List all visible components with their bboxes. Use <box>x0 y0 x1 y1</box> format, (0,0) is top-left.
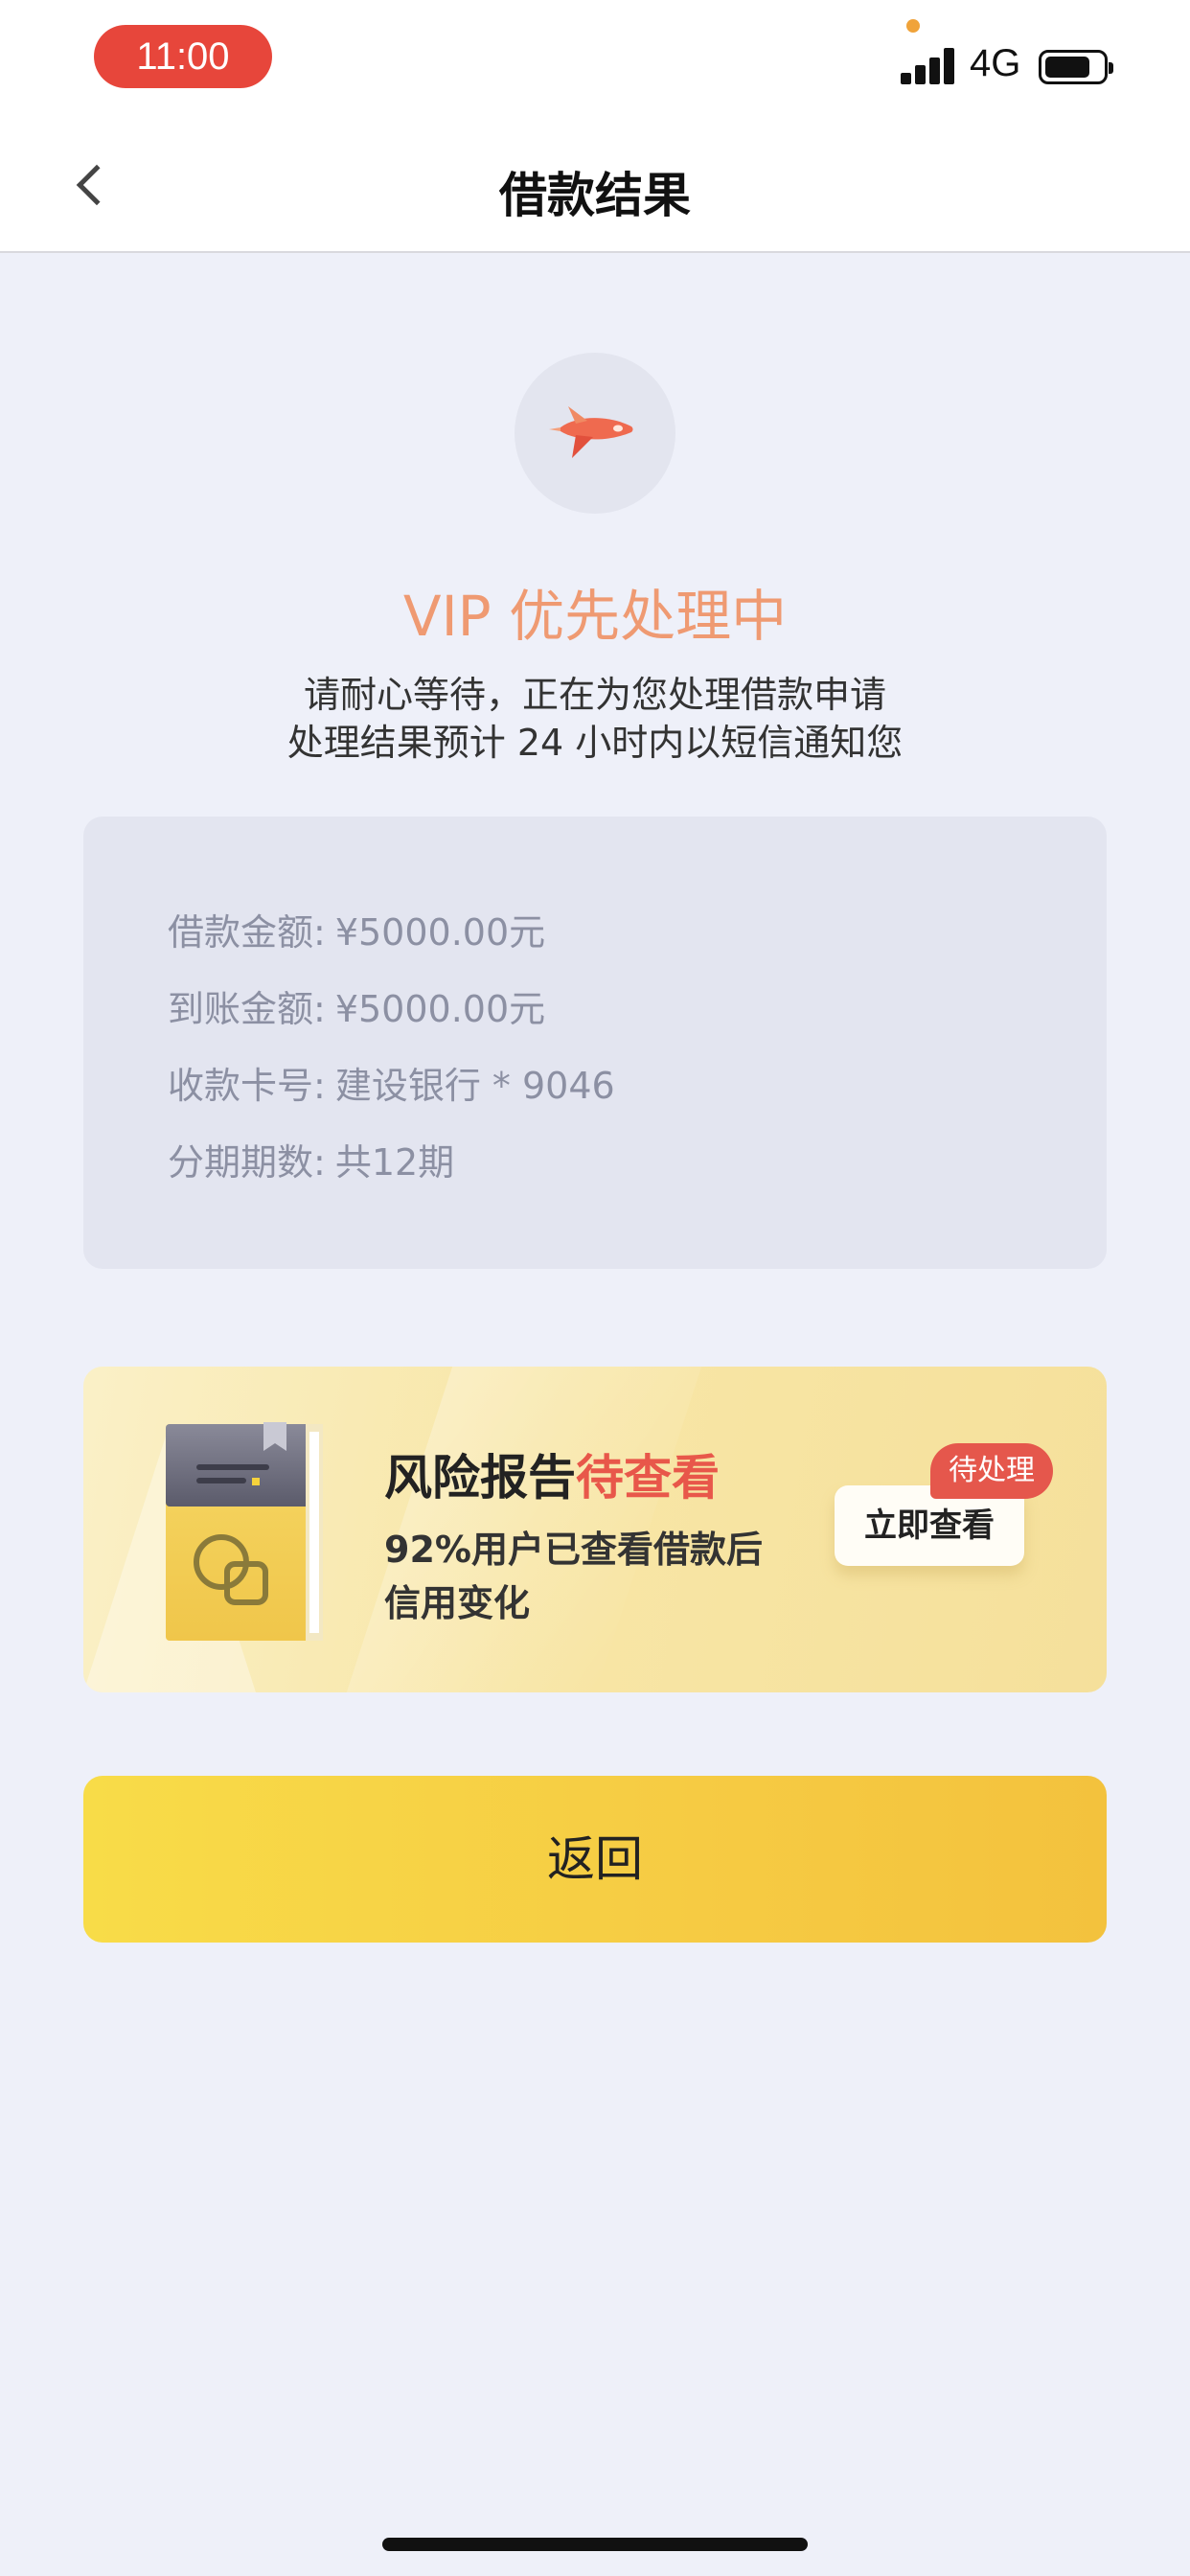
card-number-label: 收款卡号: <box>168 1065 326 1107</box>
loan-amount-label: 借款金额: <box>168 911 326 954</box>
risk-report-title-highlight: 待查看 <box>576 1450 720 1506</box>
card-number-row: 收款卡号: 建设银行 * 9046 <box>168 1056 615 1109</box>
processing-status-title: VIP 优先处理中 <box>402 584 788 649</box>
installments-value: 共12期 <box>334 1141 455 1184</box>
pending-badge: 待处理 <box>930 1443 1053 1499</box>
received-amount-value: ¥5000.00元 <box>334 988 546 1030</box>
report-book-icon <box>166 1422 323 1641</box>
loan-info-card: 借款金额: ¥5000.00元 到账金额: ¥5000.00元 收款卡号: 建设银行 … <box>83 816 1107 1269</box>
loan-amount-row: 借款金额: ¥5000.00元 <box>168 903 545 955</box>
return-button[interactable]: 返回 <box>83 1776 1107 1943</box>
received-amount-row: 到账金额: ¥5000.00元 <box>168 979 545 1032</box>
loan-amount-value: ¥5000.00元 <box>334 911 546 954</box>
privacy-indicator-dot <box>906 19 920 33</box>
risk-report-subtitle-line1: 92%用户已查看借款后 <box>384 1529 763 1571</box>
risk-report-title-main: 风险报告 <box>384 1450 576 1506</box>
received-amount-label: 到账金额: <box>168 988 326 1030</box>
status-description-line2: 处理结果预计 24 小时内以短信通知您 <box>286 722 904 764</box>
status-description-line1: 请耐心等待，正在为您处理借款申请 <box>303 674 886 716</box>
battery-icon <box>1039 50 1113 84</box>
top-header-area: 11:00 4G 借款结果 <box>0 0 1190 253</box>
risk-report-title: 风险报告待查看 <box>384 1439 720 1508</box>
card-number-value: 建设银行 * 9046 <box>334 1065 615 1107</box>
status-icon-circle <box>515 353 675 514</box>
battery-level-fill <box>1045 57 1089 78</box>
status-time: 11:00 <box>94 25 272 88</box>
risk-report-subtitle-line2: 信用变化 <box>384 1582 531 1624</box>
installments-row: 分期期数: 共12期 <box>168 1133 454 1185</box>
network-type: 4G <box>970 42 1021 84</box>
home-indicator[interactable] <box>382 2538 808 2551</box>
page-title: 借款结果 <box>499 168 691 223</box>
installments-label: 分期期数: <box>168 1141 326 1184</box>
risk-report-banner[interactable]: 风险报告待查看 92%用户已查看借款后 信用变化 立即查看 待处理 <box>83 1367 1107 1692</box>
cellular-signal-icon <box>901 48 956 84</box>
rocket-icon <box>549 406 633 458</box>
